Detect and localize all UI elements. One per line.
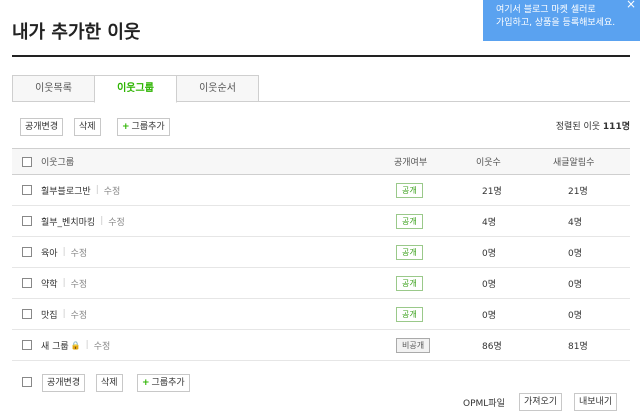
title-divider [12, 55, 630, 57]
row-checkbox[interactable] [22, 216, 32, 226]
plus-icon: + [142, 378, 150, 388]
select-all-checkbox[interactable] [22, 156, 32, 167]
new-post-alert-count: 0명 [568, 248, 583, 259]
new-post-alert-count: 81명 [568, 341, 588, 352]
edit-link[interactable]: 수정 [94, 339, 111, 352]
divider: | [95, 185, 99, 195]
bottom-add-group-button[interactable]: + 그룹추가 [137, 374, 190, 392]
header-alert: 새글알림수 [553, 158, 595, 168]
edit-link[interactable]: 수정 [71, 246, 88, 259]
divider: | [62, 247, 66, 257]
row-checkbox[interactable] [22, 340, 32, 350]
public-status-badge[interactable]: 공개 [396, 213, 423, 229]
table-row: 새 그룹 🔒 | 수정 비공개 86명 81명 [12, 330, 630, 361]
lock-icon: 🔒 [70, 340, 81, 350]
opml-export-button[interactable]: 내보내기 [574, 393, 618, 411]
group-name[interactable]: 훨부블로그반 [41, 184, 91, 197]
new-post-alert-count: 0명 [568, 310, 583, 321]
new-post-alert-count: 0명 [568, 279, 583, 290]
neighbor-count: 86명 [482, 341, 502, 352]
seller-tooltip[interactable]: 여기서 블로그 마켓 셀러로 가입하고, 상품을 등록해보세요. × [483, 0, 640, 41]
tab-neighbor-order[interactable]: 이웃순서 [176, 75, 259, 102]
table-row: 약학 | 수정 공개 0명 0명 [12, 268, 630, 299]
edit-link[interactable]: 수정 [104, 184, 121, 197]
add-group-button[interactable]: + 그룹추가 [117, 118, 170, 136]
group-name[interactable]: 육아 [41, 246, 58, 259]
close-icon[interactable]: × [626, 0, 636, 11]
header-public: 공개여부 [394, 158, 428, 168]
group-name[interactable]: 훨부_벤치마킹 [41, 215, 95, 228]
bottom-add-group-label: 그룹추가 [151, 378, 185, 388]
table-body: 훨부블로그반 | 수정 공개 21명 21명 훨부_벤치마킹 | 수정 공개 4… [12, 175, 630, 361]
tab-neighbor-list[interactable]: 이웃목록 [12, 75, 95, 102]
table-row: 육아 | 수정 공개 0명 0명 [12, 237, 630, 268]
group-table: 이웃그룹 공개여부 이웃수 새글알림수 훨부블로그반 | 수정 공개 21명 2… [12, 148, 630, 361]
public-status-badge[interactable]: 공개 [396, 244, 423, 260]
table-row: 훨부블로그반 | 수정 공개 21명 21명 [12, 175, 630, 206]
header-count: 이웃수 [476, 158, 501, 168]
group-name[interactable]: 약학 [41, 277, 58, 290]
edit-link[interactable]: 수정 [108, 215, 125, 228]
neighbor-count: 0명 [482, 279, 497, 290]
row-checkbox[interactable] [22, 185, 32, 195]
tooltip-line-1: 여기서 블로그 마켓 셀러로 [496, 5, 596, 15]
row-checkbox[interactable] [22, 278, 32, 288]
table-header: 이웃그룹 공개여부 이웃수 새글알림수 [12, 148, 630, 175]
tooltip-line-2: 가입하고, 상품을 등록해보세요. [496, 18, 616, 28]
opml-import-button[interactable]: 가져오기 [519, 393, 563, 411]
divider: | [85, 340, 89, 350]
tab-bar: 이웃목록 이웃그룹 이웃순서 [12, 75, 630, 103]
new-post-alert-count: 4명 [568, 217, 583, 228]
tab-neighbor-group[interactable]: 이웃그룹 [94, 75, 177, 103]
new-post-alert-count: 21명 [568, 186, 588, 197]
neighbor-count: 4명 [482, 217, 497, 228]
divider: | [100, 216, 104, 226]
row-checkbox[interactable] [22, 247, 32, 257]
neighbor-count: 0명 [482, 310, 497, 321]
public-status-badge[interactable]: 공개 [396, 182, 423, 198]
public-status-badge[interactable]: 공개 [396, 306, 423, 322]
group-name[interactable]: 맛집 [41, 308, 58, 321]
bottom-toggle-public-button[interactable]: 공개변경 [42, 374, 86, 392]
sort-info-label: 정렬된 이웃 [555, 122, 601, 132]
sort-info-count: 111명 [602, 122, 630, 132]
delete-button[interactable]: 삭제 [74, 118, 101, 136]
add-group-label: 그룹추가 [131, 122, 165, 132]
neighbor-count: 0명 [482, 248, 497, 259]
bottom-select-all-checkbox[interactable] [22, 377, 32, 387]
edit-link[interactable]: 수정 [71, 277, 88, 290]
table-row: 맛집 | 수정 공개 0명 0명 [12, 299, 630, 330]
divider: | [62, 309, 66, 319]
public-status-badge[interactable]: 비공개 [396, 337, 431, 353]
toggle-public-button[interactable]: 공개변경 [20, 118, 64, 136]
divider: | [62, 278, 66, 288]
bottom-delete-button[interactable]: 삭제 [96, 374, 123, 392]
sort-info: 정렬된 이웃 111명 [556, 119, 630, 132]
group-name[interactable]: 새 그룹 [41, 339, 69, 352]
page-title: 내가 추가한 이웃 [12, 22, 141, 43]
public-status-badge[interactable]: 공개 [396, 275, 423, 291]
edit-link[interactable]: 수정 [71, 308, 88, 321]
row-checkbox[interactable] [22, 309, 32, 319]
table-row: 훨부_벤치마킹 | 수정 공개 4명 4명 [12, 206, 630, 237]
opml-label: OPML파일 [463, 399, 505, 409]
header-name: 이웃그룹 [41, 158, 75, 168]
plus-icon: + [122, 122, 130, 132]
neighbor-count: 21명 [482, 186, 502, 197]
